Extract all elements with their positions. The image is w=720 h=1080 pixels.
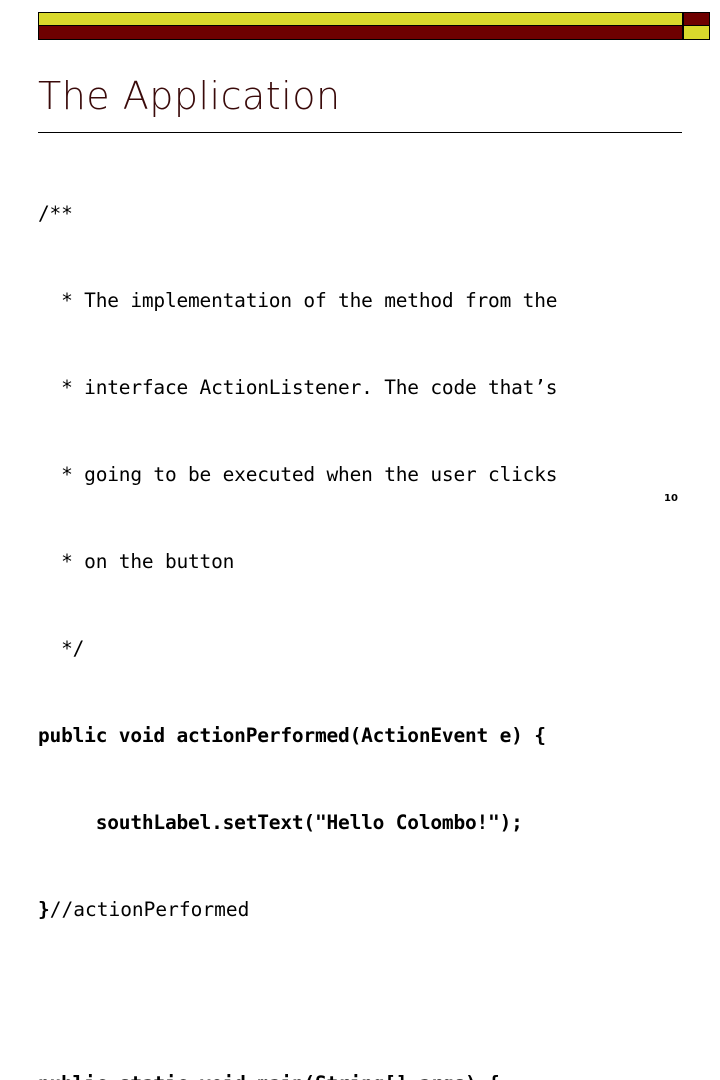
- page-title: The Application: [38, 74, 341, 118]
- code-line: * on the button: [38, 550, 235, 573]
- code-line: public static void main(String[] args) {: [38, 1069, 698, 1080]
- inline-comment: //actionPerformed: [49, 898, 250, 921]
- closing-brace: }: [38, 898, 50, 921]
- decoration-darkred-bar: [38, 26, 683, 40]
- code-line: */: [38, 637, 85, 660]
- header-decoration: [38, 12, 710, 40]
- code-line: /**: [38, 202, 73, 225]
- code-line-mixed: }//actionPerformed: [38, 895, 698, 924]
- code-line: public void actionPerformed(ActionEvent …: [38, 724, 546, 747]
- code-block: /** * The implementation of the method f…: [38, 141, 698, 1080]
- decoration-yellow-bar: [38, 12, 683, 26]
- decoration-yellow-square: [683, 26, 710, 40]
- code-line: * going to be executed when the user cli…: [38, 463, 558, 486]
- page-number: 10: [664, 493, 678, 504]
- decoration-darkred-square: [683, 12, 710, 26]
- code-line: * The implementation of the method from …: [38, 289, 558, 312]
- title-divider: [38, 132, 682, 133]
- code-line: southLabel.setText("Hello Colombo!");: [38, 811, 523, 834]
- code-line: * interface ActionListener. The code tha…: [38, 376, 558, 399]
